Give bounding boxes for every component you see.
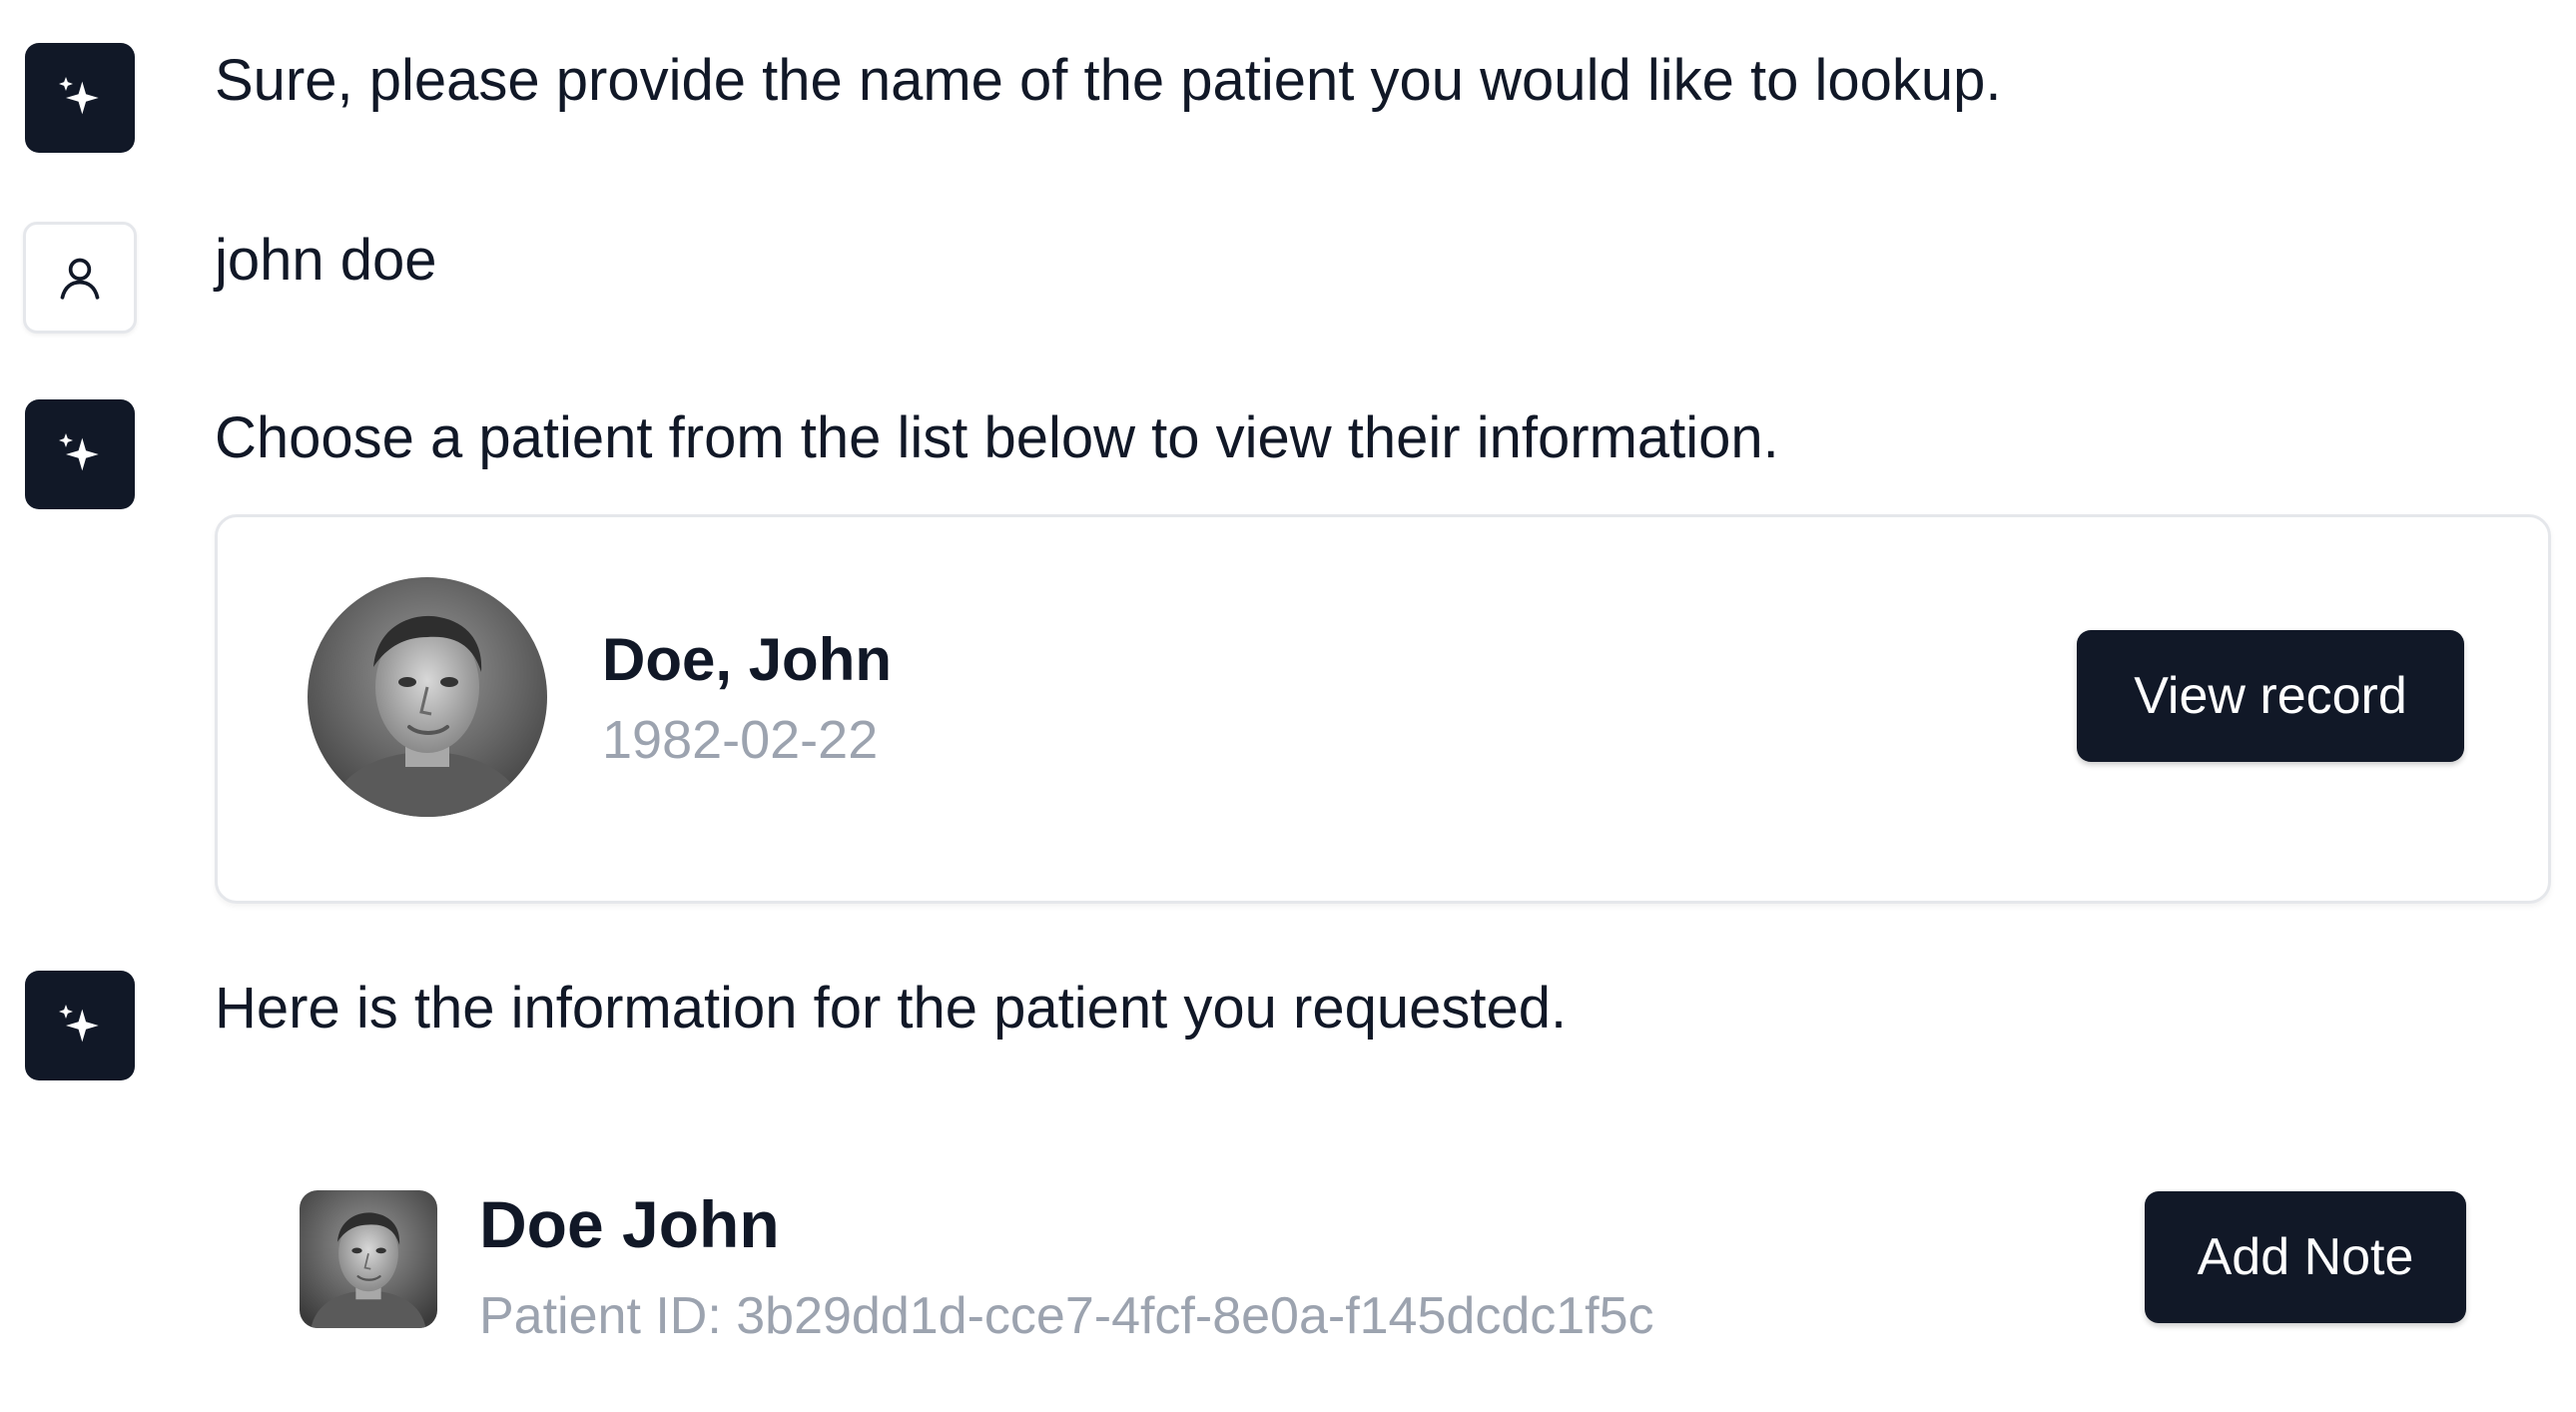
user-icon <box>60 258 100 300</box>
sparkles-icon <box>59 77 99 115</box>
patient-photo <box>308 577 547 817</box>
assistant-avatar <box>25 971 135 1080</box>
patient-info-name: Doe John <box>479 1187 780 1261</box>
patient-id: Patient ID: 3b29dd1d-cce7-4fcf-8e0a-f145… <box>479 1287 1654 1345</box>
sparkles-icon <box>59 1005 99 1043</box>
sparkles-icon <box>59 433 99 471</box>
message-text: john doe <box>215 228 437 293</box>
patient-list-card: Doe, John 1982-02-22 View record <box>215 514 2551 904</box>
patient-photo-thumbnail <box>300 1190 437 1328</box>
message-text: Choose a patient from the list below to … <box>215 405 1779 470</box>
message-text: Sure, please provide the name of the pat… <box>215 48 2002 113</box>
patient-dob: 1982-02-22 <box>602 710 879 770</box>
user-avatar <box>23 222 137 334</box>
message-text: Here is the information for the patient … <box>215 976 1568 1041</box>
view-record-button[interactable]: View record <box>2077 630 2464 762</box>
patient-name: Doe, John <box>602 626 893 693</box>
assistant-avatar <box>25 399 135 509</box>
add-note-button[interactable]: Add Note <box>2145 1191 2466 1323</box>
assistant-avatar <box>25 43 135 153</box>
